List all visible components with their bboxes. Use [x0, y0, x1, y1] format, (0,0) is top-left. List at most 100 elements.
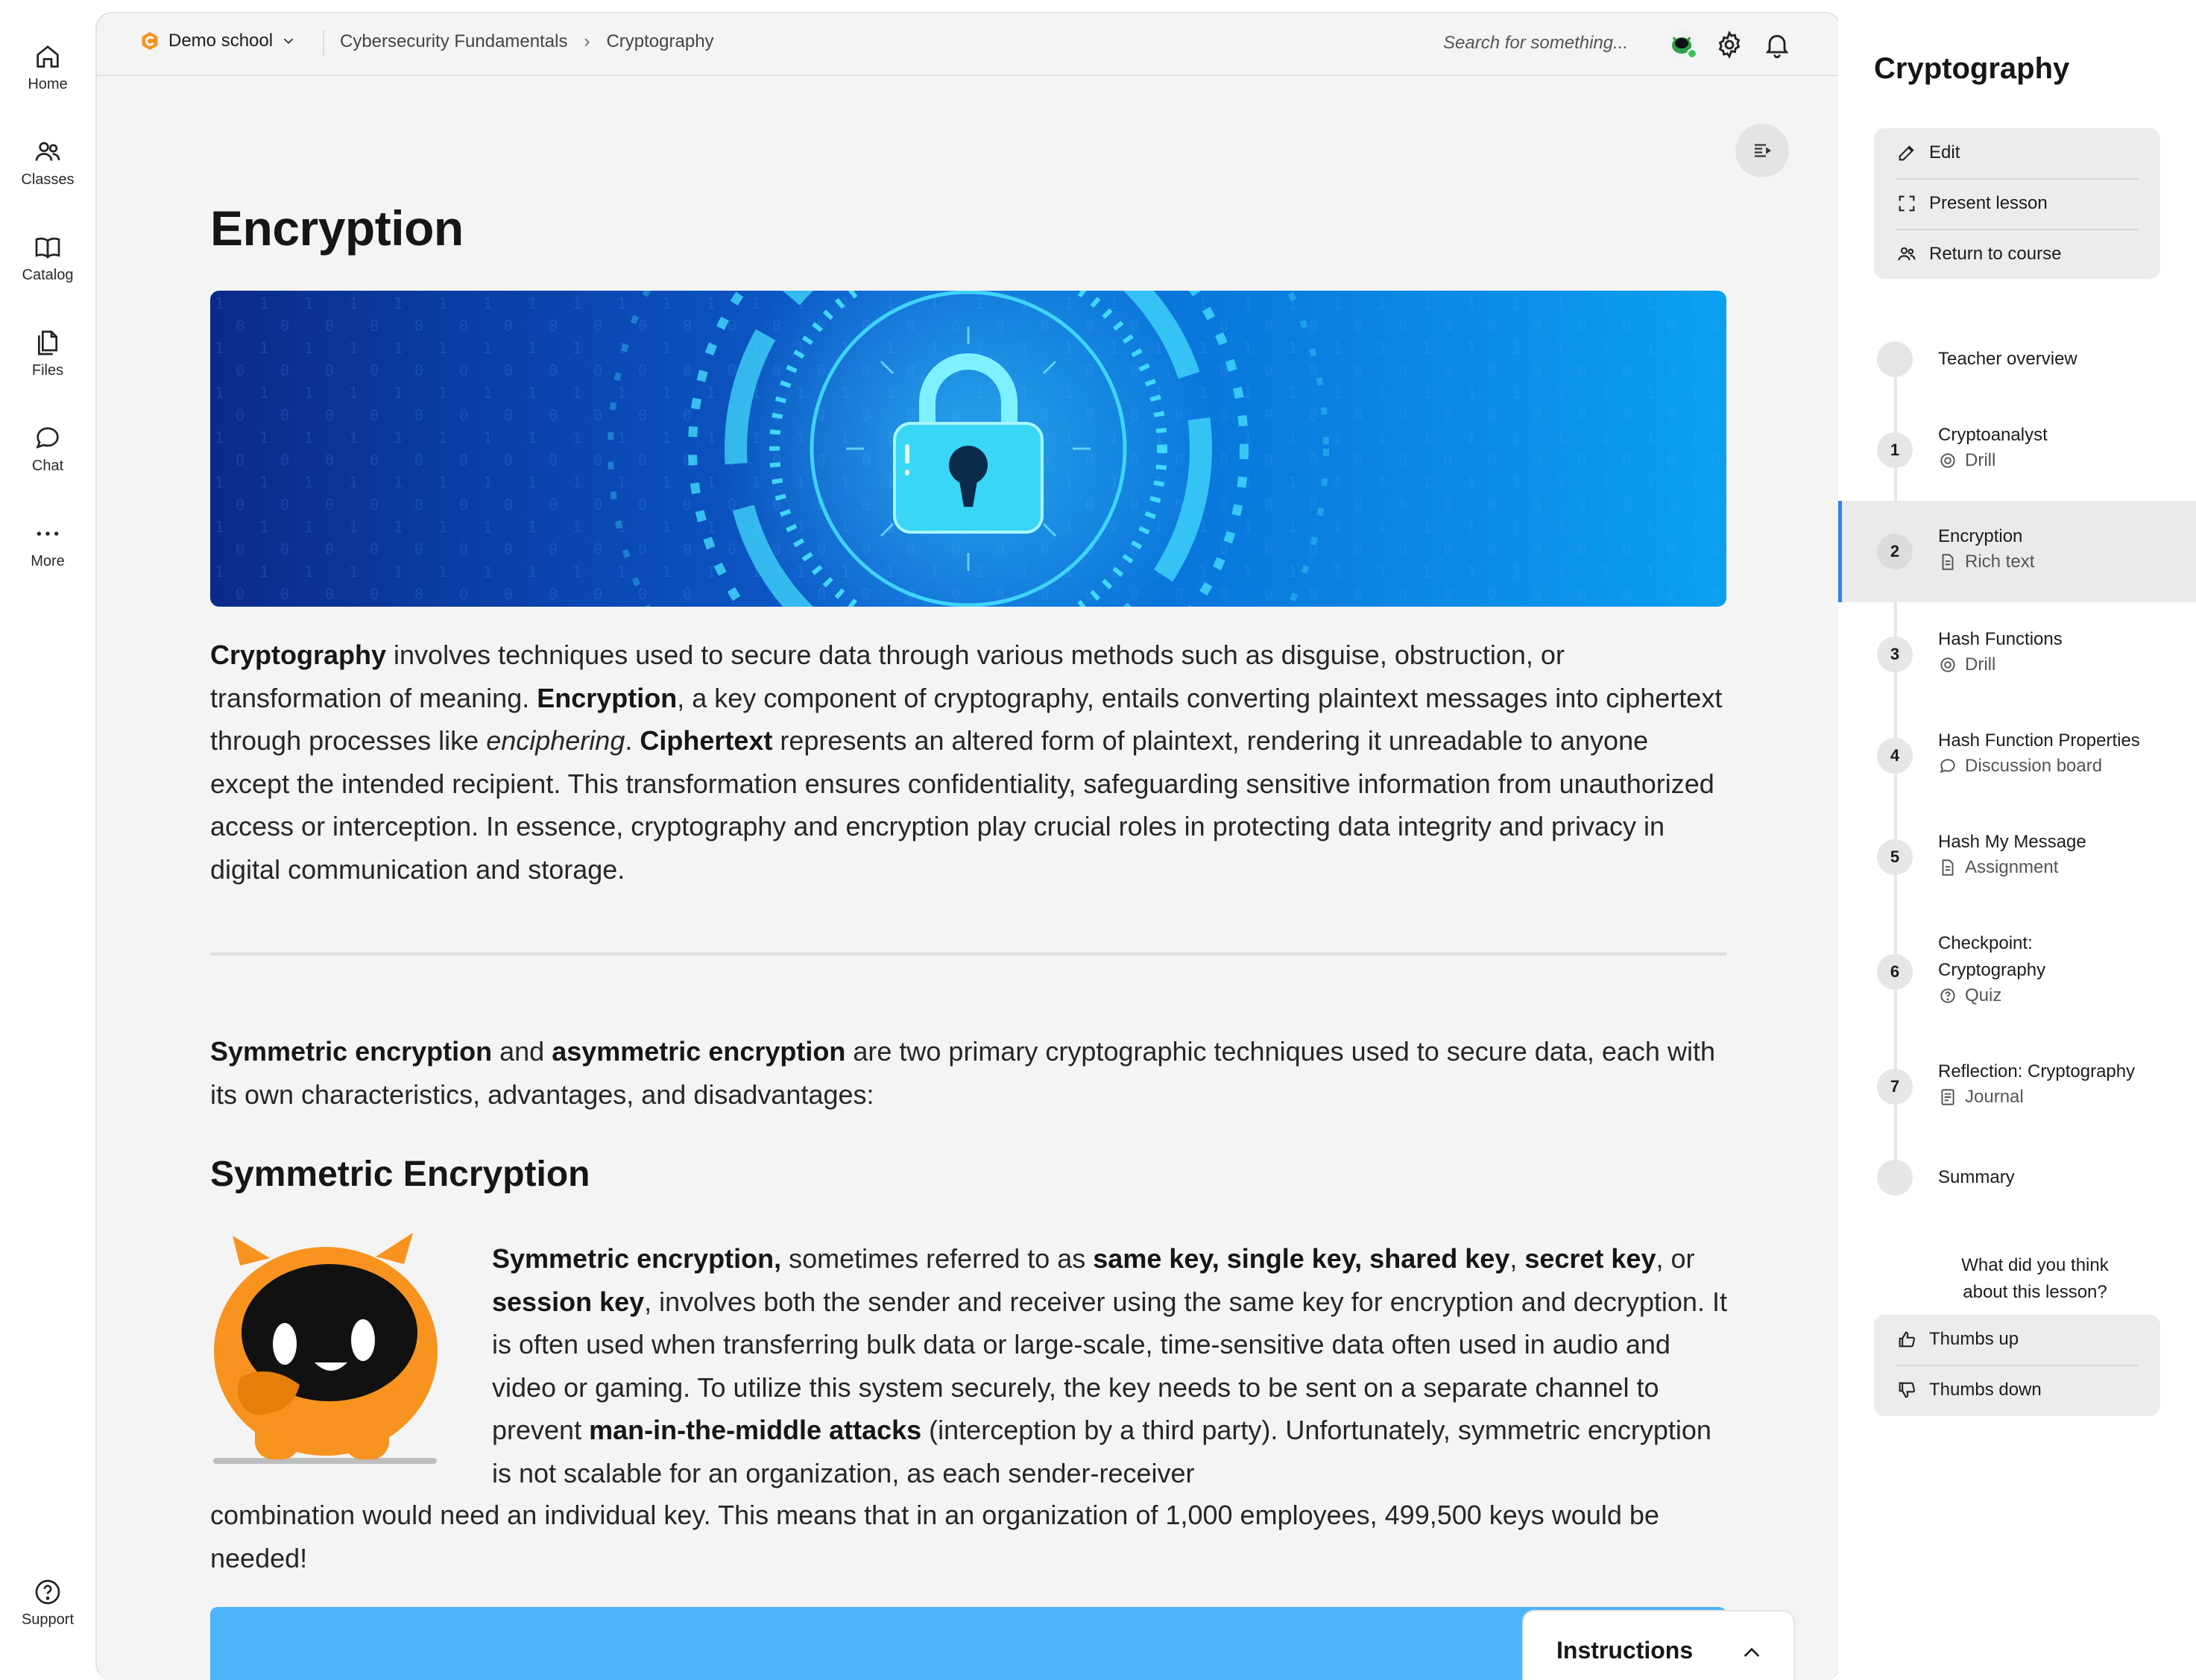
edit-icon: [1899, 145, 1914, 161]
symmetric-run: sometimes referred to as: [781, 1243, 1094, 1274]
step-name: Hash Function Properties: [1938, 730, 2140, 751]
chat-icon: [1940, 759, 1955, 774]
school-logo-icon: [142, 32, 158, 50]
step-name: Checkpoint: Cryptography: [1938, 933, 2046, 980]
step-summary[interactable]: Summary: [1838, 1151, 2196, 1204]
step-name: Reflection: Cryptography: [1938, 1061, 2136, 1081]
breadcrumb-course[interactable]: Cybersecurity Fundamentals: [340, 31, 567, 52]
symmetric-run: man-in-the-middle attacks: [589, 1415, 922, 1445]
step-name: Teacher overview: [1938, 349, 2077, 369]
step-type: Quiz: [1938, 985, 2001, 1006]
step-number: 1: [1877, 432, 1913, 468]
target-icon: [1940, 657, 1955, 672]
intro-paragraph: Cryptography involves techniques used to…: [210, 634, 1726, 891]
step-type-label: Drill: [1965, 654, 1996, 675]
step-dot: [1877, 1160, 1913, 1196]
step-3[interactable]: 3 Hash Functions Drill: [1838, 619, 2196, 690]
step-5[interactable]: 5 Hash My Message Assignment: [1838, 821, 2196, 893]
nav-support[interactable]: Support: [0, 1577, 95, 1629]
school-switcher[interactable]: Demo school: [139, 30, 297, 52]
return-to-course-button[interactable]: Return to course: [1896, 230, 2138, 279]
symmetric-run: , or: [1656, 1243, 1695, 1274]
nav-chat-label: Chat: [31, 458, 64, 474]
files-icon: [33, 328, 63, 358]
step-name: Cryptoanalyst: [1938, 425, 2048, 445]
chat-icon: [33, 423, 63, 453]
document-icon: [1942, 859, 1954, 876]
step-name: Hash Functions: [1938, 629, 2063, 649]
symmetric-run: session key: [492, 1286, 645, 1317]
thumbs-down-button[interactable]: Thumbs down: [1896, 1365, 2138, 1415]
bell-icon[interactable]: [1762, 30, 1792, 60]
step-name: Hash My Message: [1938, 832, 2086, 852]
instructions-panel[interactable]: Instructions: [1522, 1610, 1795, 1680]
gear-icon[interactable]: [1714, 30, 1744, 60]
step-7[interactable]: 7 Reflection: Cryptography Journal: [1838, 1051, 2196, 1122]
feedback-question: What did you think about this lesson?: [1961, 1255, 2109, 1302]
feedback-actions: Thumbs up Thumbs down: [1874, 1315, 2160, 1416]
step-type-label: Discussion board: [1965, 756, 2103, 776]
avatar[interactable]: [1665, 27, 1698, 60]
school-name: Demo school: [168, 31, 274, 51]
left-navigation: Home Classes Catalog Files Chat More Sup…: [0, 0, 95, 1679]
step-number: 6: [1877, 954, 1913, 990]
symmetric-paragraph-continued: combination would need an individual key…: [210, 1500, 1659, 1573]
nav-catalog[interactable]: Catalog: [0, 233, 95, 284]
journal-icon: [1941, 1089, 1954, 1105]
step-2-active[interactable]: 2 Encryption Rich text: [1838, 501, 2196, 602]
page-title: Encryption: [210, 200, 464, 256]
nav-home[interactable]: Home: [0, 42, 95, 93]
edit-label: Edit: [1929, 142, 1960, 162]
nav-catalog-label: Catalog: [22, 267, 74, 283]
chevron-right-icon: ›: [584, 31, 590, 51]
step-teacher-overview[interactable]: Teacher overview: [1838, 334, 2196, 388]
nav-classes[interactable]: Classes: [0, 137, 95, 189]
present-lesson-button[interactable]: Present lesson: [1896, 179, 2138, 228]
people-icon: [33, 137, 63, 167]
instructions-label: Instructions: [1556, 1637, 1694, 1664]
intro-run: .: [625, 725, 640, 756]
step-4[interactable]: 4 Hash Function Properties Discussion bo…: [1838, 720, 2196, 792]
nav-chat[interactable]: Chat: [0, 423, 95, 475]
outline-icon: [1755, 144, 1772, 157]
symmetric-run: same key, single key, shared key: [1093, 1243, 1510, 1274]
section-divider: [210, 953, 1726, 956]
step-dot: [1877, 341, 1913, 377]
breadcrumb-unit[interactable]: Cryptography: [606, 31, 713, 52]
step-number: 3: [1877, 637, 1913, 672]
step-type-label: Drill: [1965, 450, 1996, 470]
step-type-label: Assignment: [1965, 857, 2059, 877]
chevron-up-icon[interactable]: [1740, 1641, 1764, 1665]
next-section-banner: [210, 1607, 1726, 1680]
types-run: asymmetric encryption: [552, 1036, 846, 1067]
symmetric-run: secret key: [1524, 1243, 1656, 1274]
present-lesson-label: Present lesson: [1929, 193, 2048, 213]
breadcrumb: Cybersecurity Fundamentals › Cryptograph…: [340, 31, 714, 52]
step-type: Drill: [1938, 450, 1995, 471]
fullscreen-icon: [1899, 195, 1915, 212]
nav-support-label: Support: [21, 1611, 75, 1628]
edit-button[interactable]: Edit: [1896, 128, 2138, 177]
search-input[interactable]: Search for something...: [1443, 33, 1628, 54]
step-number: 4: [1877, 738, 1913, 774]
step-number: 2: [1877, 534, 1913, 569]
nav-files[interactable]: Files: [0, 328, 95, 379]
outline-toggle-button[interactable]: [1735, 124, 1789, 177]
thumbs-down-label: Thumbs down: [1929, 1380, 2042, 1400]
nav-more-label: More: [31, 553, 65, 569]
intro-run: Cryptography: [210, 640, 387, 670]
symmetric-run: Symmetric encryption,: [492, 1243, 782, 1274]
step-1[interactable]: 1 Cryptoanalyst Drill: [1838, 414, 2196, 486]
step-6[interactable]: 6 Checkpoint: Cryptography Quiz: [1838, 923, 2196, 1021]
nav-more[interactable]: More: [0, 519, 95, 570]
step-type: Assignment: [1938, 857, 2058, 878]
intro-run: Encryption: [537, 682, 678, 713]
home-icon: [33, 42, 63, 72]
thumbs-up-button[interactable]: Thumbs up: [1896, 1315, 2138, 1364]
mascot-image: [213, 1233, 438, 1464]
lesson-sidebar: Cryptography Edit Present lesson Return …: [1838, 0, 2196, 1679]
step-type-label: Rich text: [1965, 552, 2035, 572]
step-type-label: Journal: [1965, 1087, 2024, 1107]
intro-run: enciphering: [486, 725, 625, 756]
document-icon: [1942, 554, 1954, 570]
